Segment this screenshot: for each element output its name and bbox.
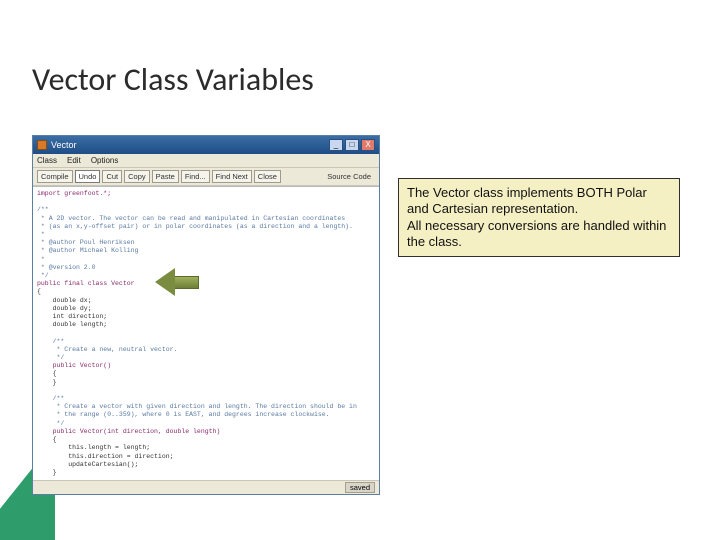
cut-button[interactable]: Cut bbox=[102, 170, 122, 183]
copy-button[interactable]: Copy bbox=[124, 170, 150, 183]
code-line: * Create a vector with given direction a… bbox=[37, 403, 357, 410]
code-line: import greenfoot.*; bbox=[37, 190, 111, 197]
statusbar: saved bbox=[33, 480, 379, 494]
code-line: */ bbox=[37, 354, 64, 361]
compile-button[interactable]: Compile bbox=[37, 170, 73, 183]
code-line: * (as an x,y-offset pair) or in polar co… bbox=[37, 223, 353, 230]
note-line2: All necessary conversions are handled wi… bbox=[407, 218, 666, 249]
callout-note: The Vector class implements BOTH Polar a… bbox=[398, 178, 680, 257]
maximize-button[interactable]: □ bbox=[345, 139, 359, 151]
close-button[interactable]: X bbox=[361, 139, 375, 151]
code-line: { bbox=[37, 436, 57, 443]
paste-button[interactable]: Paste bbox=[152, 170, 179, 183]
pointer-arrow bbox=[155, 268, 199, 296]
code-line: * A 2D vector. The vector can be read an… bbox=[37, 215, 345, 222]
code-line: /** bbox=[37, 395, 64, 402]
code-line: int direction; bbox=[37, 313, 107, 320]
code-line: * bbox=[37, 256, 45, 263]
code-line: double length; bbox=[37, 321, 107, 328]
app-icon bbox=[37, 140, 47, 150]
find-button[interactable]: Find... bbox=[181, 170, 210, 183]
code-line: * @author Poul Henriksen bbox=[37, 239, 135, 246]
slide-title: Vector Class Variables bbox=[32, 60, 314, 99]
window-title: Vector bbox=[51, 140, 77, 150]
code-area[interactable]: import greenfoot.*; /** * A 2D vector. T… bbox=[33, 186, 379, 480]
arrow-body bbox=[175, 276, 199, 289]
code-line: * bbox=[37, 231, 45, 238]
code-line: double dy; bbox=[37, 305, 92, 312]
minimize-button[interactable]: _ bbox=[329, 139, 343, 151]
code-line: /** bbox=[37, 206, 49, 213]
code-line: } bbox=[37, 379, 57, 386]
code-line: this.direction = direction; bbox=[37, 453, 174, 460]
code-line: double dx; bbox=[37, 297, 92, 304]
code-line: */ bbox=[37, 272, 49, 279]
code-line: * @version 2.0 bbox=[37, 264, 96, 271]
code-line: */ bbox=[37, 420, 64, 427]
toolbar: Compile Undo Cut Copy Paste Find... Find… bbox=[33, 168, 379, 186]
code-line: public Vector(int direction, double leng… bbox=[37, 428, 220, 435]
menu-class[interactable]: Class bbox=[37, 156, 57, 165]
source-code-label: Source Code bbox=[327, 172, 375, 181]
undo-button[interactable]: Undo bbox=[75, 170, 101, 183]
code-line: public final class Vector bbox=[37, 280, 135, 287]
code-line: updateCartesian(); bbox=[37, 461, 138, 468]
code-editor-window: Vector _ □ X Class Edit Options Compile … bbox=[32, 135, 380, 495]
code-line: * the range (0..359), where 0 is EAST, a… bbox=[37, 411, 330, 418]
code-line: * Create a new, neutral vector. bbox=[37, 346, 177, 353]
code-line: * @author Michael Kolling bbox=[37, 247, 138, 254]
status-text: saved bbox=[345, 482, 375, 493]
note-line1: The Vector class implements BOTH Polar a… bbox=[407, 185, 647, 216]
close-editor-button[interactable]: Close bbox=[254, 170, 281, 183]
code-line: /** bbox=[37, 338, 64, 345]
code-line: { bbox=[37, 288, 41, 295]
code-line: public Vector() bbox=[37, 362, 111, 369]
menu-edit[interactable]: Edit bbox=[67, 156, 81, 165]
menu-options[interactable]: Options bbox=[91, 156, 119, 165]
code-line: { bbox=[37, 370, 57, 377]
code-line: this.length = length; bbox=[37, 444, 150, 451]
findnext-button[interactable]: Find Next bbox=[212, 170, 252, 183]
window-titlebar: Vector _ □ X bbox=[33, 136, 379, 154]
menubar: Class Edit Options bbox=[33, 154, 379, 168]
code-line: } bbox=[37, 469, 57, 476]
arrow-left-icon bbox=[155, 268, 175, 296]
